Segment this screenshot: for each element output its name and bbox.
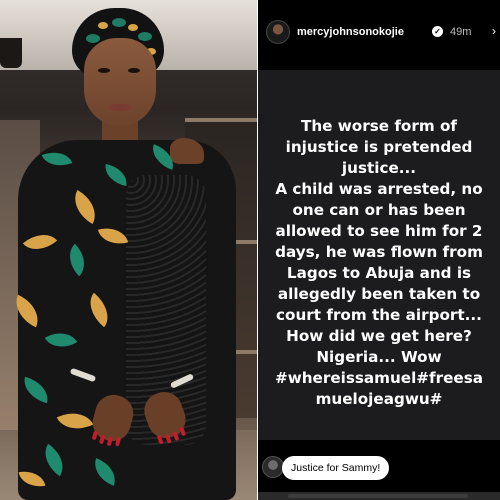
story-text: The worse form of injustice is pretended…: [274, 117, 484, 408]
profile-avatar[interactable]: [266, 20, 290, 44]
bottom-bar: [258, 492, 500, 500]
story-header: mercyjohnsonokojie ✓ 49m ›: [258, 18, 500, 48]
story-text-card: The worse form of injustice is pretended…: [258, 70, 500, 440]
verified-badge-icon: ✓: [432, 26, 443, 37]
photo-panel: [0, 0, 257, 500]
partial-icon[interactable]: ›: [492, 24, 500, 38]
reply-bubble: Justice for Sammy!: [282, 456, 390, 480]
reply-row: Justice for Sammy!: [258, 446, 500, 486]
reply-avatar: [262, 456, 284, 478]
person-photo: [0, 0, 257, 500]
post-timestamp: 49m: [450, 26, 472, 38]
story-panel: mercyjohnsonokojie ✓ 49m › The worse for…: [258, 0, 500, 500]
face: [84, 38, 156, 126]
username[interactable]: mercyjohnsonokojie: [297, 26, 404, 38]
